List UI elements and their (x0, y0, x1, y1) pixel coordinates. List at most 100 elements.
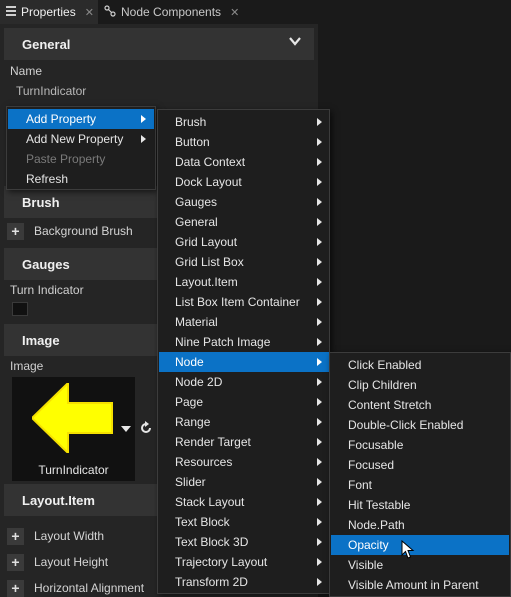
section-general[interactable]: General (4, 28, 314, 60)
component-menu-item[interactable]: Layout.Item (159, 272, 330, 292)
node-menu-item-label: Node.Path (348, 518, 405, 532)
node-menu-item[interactable]: Node.Path (331, 515, 509, 535)
component-menu-item[interactable]: Range (159, 412, 330, 432)
add-background-brush-button[interactable]: + (7, 223, 24, 240)
submenu-arrow-icon (317, 478, 322, 486)
menu-item-label: Refresh (26, 172, 69, 186)
component-menu-item[interactable]: Stack Layout (159, 492, 330, 512)
arrow-left-icon (32, 383, 113, 453)
component-menu-item[interactable]: Nine Patch Image (159, 332, 330, 352)
component-menu-item[interactable]: General (159, 212, 330, 232)
component-menu-item[interactable]: Brush (159, 112, 330, 132)
node-menu-item[interactable]: Clip Children (331, 375, 509, 395)
component-menu-item-label: Render Target (175, 435, 251, 449)
close-icon[interactable]: ✕ (230, 6, 239, 19)
component-menu-item[interactable]: Trajectory Layout (159, 552, 330, 572)
node-menu-item-label: Double-Click Enabled (348, 418, 464, 432)
image-thumbnail[interactable]: TurnIndicator (12, 377, 135, 481)
node-menu-item[interactable]: Visible (331, 555, 509, 575)
menu-item-add-new-property[interactable]: Add New Property (8, 129, 154, 149)
menu-item-label: Add Property (26, 112, 97, 126)
node-menu-item-label: Visible (348, 558, 384, 572)
component-menu-item-label: Page (175, 395, 204, 409)
node-menu-item[interactable]: Content Stretch (331, 395, 509, 415)
component-submenu: Brush Button Data Context Dock Layout Gauges… (157, 109, 330, 594)
component-menu-item-label: Trajectory Layout (175, 555, 268, 569)
node-menu-item[interactable]: Click Enabled (331, 355, 509, 375)
component-menu-item[interactable]: Data Context (159, 152, 330, 172)
component-menu-item-label: General (175, 215, 218, 229)
node-menu-item[interactable]: Font (331, 475, 509, 495)
horizontal-alignment-label: Horizontal Alignment (34, 581, 145, 595)
component-menu-item[interactable]: Transform 2D (159, 572, 330, 592)
component-menu-item[interactable]: Resources (159, 452, 330, 472)
submenu-arrow-icon (317, 178, 322, 186)
submenu-arrow-icon (317, 538, 322, 546)
add-layout-width-button[interactable]: + (7, 528, 24, 545)
component-menu-item-label: Grid List Box (175, 255, 244, 269)
component-menu-item[interactable]: Material (159, 312, 330, 332)
submenu-arrow-icon (317, 238, 322, 246)
component-menu-item-label: Stack Layout (175, 495, 245, 509)
node-menu-item-label: Clip Children (348, 378, 417, 392)
component-menu-item[interactable]: List Box Item Container (159, 292, 330, 312)
dropdown-arrow-icon[interactable] (121, 425, 131, 433)
submenu-arrow-icon (317, 438, 322, 446)
add-horizontal-alignment-button[interactable]: + (7, 580, 24, 597)
reset-icon[interactable] (139, 421, 153, 435)
component-menu-item-label: Text Block (175, 515, 230, 529)
turn-indicator-label: Turn Indicator (10, 283, 84, 297)
close-icon[interactable]: ✕ (85, 6, 94, 19)
name-field[interactable]: TurnIndicator (16, 84, 86, 98)
component-menu-item[interactable]: Slider (159, 472, 330, 492)
component-menu-item[interactable]: Text Block 3D (159, 532, 330, 552)
component-menu-item[interactable]: Grid Layout (159, 232, 330, 252)
section-brush-title: Brush (22, 194, 60, 210)
node-menu-item-label: Visible Amount in Parent (348, 578, 479, 592)
component-menu-item[interactable]: Dock Layout (159, 172, 330, 192)
node-menu-item[interactable]: Hit Testable (331, 495, 509, 515)
tab-node-components[interactable]: Node Components ✕ (98, 0, 246, 24)
node-menu-item-label: Font (348, 478, 373, 492)
node-menu-item-label: Content Stretch (348, 398, 432, 412)
component-menu-item[interactable]: Page (159, 392, 330, 412)
menu-item-add-property[interactable]: Add Property (8, 109, 154, 129)
component-menu-item-label: List Box Item Container (175, 295, 300, 309)
add-layout-height-button[interactable]: + (7, 554, 24, 571)
menu-item-label: Add New Property (26, 132, 124, 146)
submenu-arrow-icon (317, 118, 322, 126)
mouse-cursor-icon (401, 540, 415, 559)
component-menu-item[interactable]: Node 2D (159, 372, 330, 392)
tab-properties[interactable]: Properties ✕ (0, 0, 98, 24)
context-menu: Add Property Add New Property Paste Prop… (6, 106, 156, 190)
chevron-down-icon[interactable] (288, 34, 302, 48)
tab-bar: Properties ✕ Node Components ✕ (0, 0, 511, 24)
component-menu-item-label: Transform 2D (175, 575, 248, 589)
node-menu-item-label: Opacity (348, 538, 389, 552)
node-menu-item[interactable]: Double-Click Enabled (331, 415, 509, 435)
node-menu-item-label: Focused (348, 458, 395, 472)
submenu-arrow-icon (317, 358, 322, 366)
node-menu-item-label: Click Enabled (348, 358, 422, 372)
component-menu-item[interactable]: Text Block (159, 512, 330, 532)
component-menu-item[interactable]: Grid List Box (159, 252, 330, 272)
turn-indicator-checkbox[interactable] (12, 302, 28, 316)
component-menu-item-label: Range (175, 415, 211, 429)
node-menu-item[interactable]: Focused (331, 455, 509, 475)
component-menu-item[interactable]: Node (159, 352, 330, 372)
submenu-arrow-icon (317, 218, 322, 226)
node-property-submenu: Click Enabled Clip Children Content Stretc… (329, 352, 511, 597)
component-menu-item[interactable]: Button (159, 132, 330, 152)
component-menu-item[interactable]: Gauges (159, 192, 330, 212)
submenu-arrow-icon (317, 138, 322, 146)
layout-height-label: Layout Height (34, 555, 109, 569)
menu-item-paste-property: Paste Property (8, 149, 154, 169)
menu-item-refresh[interactable]: Refresh (8, 169, 154, 189)
component-menu-item-label: Nine Patch Image (175, 335, 271, 349)
node-components-icon (104, 4, 116, 20)
node-menu-item[interactable]: Focusable (331, 435, 509, 455)
component-menu-item[interactable]: Render Target (159, 432, 330, 452)
node-menu-item[interactable]: Opacity (331, 535, 509, 555)
node-menu-item[interactable]: Visible Amount in Parent (331, 575, 509, 595)
component-menu-item-label: Grid Layout (175, 235, 238, 249)
